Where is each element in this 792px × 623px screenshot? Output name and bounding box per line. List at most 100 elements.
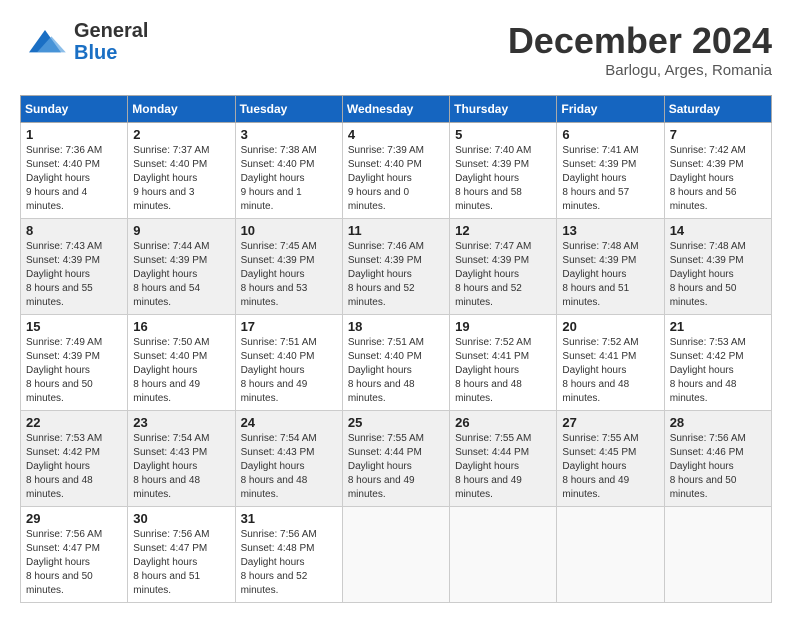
daylight-label: Daylight hours xyxy=(670,365,734,376)
calendar-week-row: 15 Sunrise: 7:49 AM Sunset: 4:39 PM Dayl… xyxy=(21,315,772,411)
calendar-cell: 1 Sunrise: 7:36 AM Sunset: 4:40 PM Dayli… xyxy=(21,123,128,219)
sunset-label: Sunset: 4:40 PM xyxy=(133,159,207,170)
calendar-cell: 12 Sunrise: 7:47 AM Sunset: 4:39 PM Dayl… xyxy=(450,219,557,315)
sunrise-label: Sunrise: 7:48 AM xyxy=(562,241,638,252)
column-header-tuesday: Tuesday xyxy=(235,96,342,123)
sunrise-label: Sunrise: 7:53 AM xyxy=(670,337,746,348)
sunrise-label: Sunrise: 7:41 AM xyxy=(562,145,638,156)
daylight-value: 8 hours and 49 minutes. xyxy=(133,379,200,404)
daylight-value: 8 hours and 57 minutes. xyxy=(562,187,629,212)
sunrise-label: Sunrise: 7:39 AM xyxy=(348,145,424,156)
daylight-value: 8 hours and 48 minutes. xyxy=(348,379,415,404)
daylight-label: Daylight hours xyxy=(455,461,519,472)
daylight-label: Daylight hours xyxy=(133,365,197,376)
day-number: 23 xyxy=(133,415,229,430)
sunrise-label: Sunrise: 7:54 AM xyxy=(133,433,209,444)
day-number: 15 xyxy=(26,319,122,334)
day-info: Sunrise: 7:55 AM Sunset: 4:44 PM Dayligh… xyxy=(455,432,551,502)
daylight-label: Daylight hours xyxy=(348,461,412,472)
day-info: Sunrise: 7:46 AM Sunset: 4:39 PM Dayligh… xyxy=(348,240,444,310)
sunrise-label: Sunrise: 7:52 AM xyxy=(455,337,531,348)
daylight-label: Daylight hours xyxy=(133,269,197,280)
daylight-label: Daylight hours xyxy=(26,365,90,376)
calendar-cell: 24 Sunrise: 7:54 AM Sunset: 4:43 PM Dayl… xyxy=(235,411,342,507)
sunset-label: Sunset: 4:45 PM xyxy=(562,447,636,458)
sunrise-label: Sunrise: 7:55 AM xyxy=(562,433,638,444)
calendar-cell: 23 Sunrise: 7:54 AM Sunset: 4:43 PM Dayl… xyxy=(128,411,235,507)
sunset-label: Sunset: 4:39 PM xyxy=(455,255,529,266)
day-info: Sunrise: 7:55 AM Sunset: 4:44 PM Dayligh… xyxy=(348,432,444,502)
sunrise-label: Sunrise: 7:56 AM xyxy=(26,529,102,540)
day-number: 6 xyxy=(562,127,658,142)
day-number: 29 xyxy=(26,511,122,526)
daylight-label: Daylight hours xyxy=(241,557,305,568)
day-info: Sunrise: 7:44 AM Sunset: 4:39 PM Dayligh… xyxy=(133,240,229,310)
daylight-value: 9 hours and 3 minutes. xyxy=(133,187,194,212)
sunset-label: Sunset: 4:40 PM xyxy=(133,351,207,362)
calendar-cell: 20 Sunrise: 7:52 AM Sunset: 4:41 PM Dayl… xyxy=(557,315,664,411)
day-info: Sunrise: 7:38 AM Sunset: 4:40 PM Dayligh… xyxy=(241,144,337,214)
day-info: Sunrise: 7:39 AM Sunset: 4:40 PM Dayligh… xyxy=(348,144,444,214)
sunrise-label: Sunrise: 7:42 AM xyxy=(670,145,746,156)
day-number: 16 xyxy=(133,319,229,334)
calendar-cell xyxy=(557,507,664,603)
sunset-label: Sunset: 4:44 PM xyxy=(455,447,529,458)
calendar-cell: 3 Sunrise: 7:38 AM Sunset: 4:40 PM Dayli… xyxy=(235,123,342,219)
day-number: 24 xyxy=(241,415,337,430)
sunset-label: Sunset: 4:43 PM xyxy=(241,447,315,458)
sunrise-label: Sunrise: 7:45 AM xyxy=(241,241,317,252)
daylight-value: 8 hours and 48 minutes. xyxy=(241,475,308,500)
sunrise-label: Sunrise: 7:55 AM xyxy=(455,433,531,444)
day-number: 13 xyxy=(562,223,658,238)
calendar-week-row: 1 Sunrise: 7:36 AM Sunset: 4:40 PM Dayli… xyxy=(21,123,772,219)
sunrise-label: Sunrise: 7:56 AM xyxy=(670,433,746,444)
sunset-label: Sunset: 4:40 PM xyxy=(241,351,315,362)
calendar-cell: 6 Sunrise: 7:41 AM Sunset: 4:39 PM Dayli… xyxy=(557,123,664,219)
day-info: Sunrise: 7:45 AM Sunset: 4:39 PM Dayligh… xyxy=(241,240,337,310)
daylight-value: 8 hours and 52 minutes. xyxy=(241,571,308,596)
daylight-value: 8 hours and 55 minutes. xyxy=(26,283,93,308)
daylight-label: Daylight hours xyxy=(26,461,90,472)
day-number: 17 xyxy=(241,319,337,334)
sunset-label: Sunset: 4:40 PM xyxy=(348,159,422,170)
sunset-label: Sunset: 4:41 PM xyxy=(562,351,636,362)
daylight-label: Daylight hours xyxy=(562,269,626,280)
day-info: Sunrise: 7:53 AM Sunset: 4:42 PM Dayligh… xyxy=(670,336,766,406)
daylight-label: Daylight hours xyxy=(348,173,412,184)
day-info: Sunrise: 7:56 AM Sunset: 4:46 PM Dayligh… xyxy=(670,432,766,502)
day-number: 9 xyxy=(133,223,229,238)
calendar-cell: 31 Sunrise: 7:56 AM Sunset: 4:48 PM Dayl… xyxy=(235,507,342,603)
daylight-value: 8 hours and 48 minutes. xyxy=(670,379,737,404)
sunset-label: Sunset: 4:39 PM xyxy=(562,255,636,266)
day-info: Sunrise: 7:49 AM Sunset: 4:39 PM Dayligh… xyxy=(26,336,122,406)
title-block: December 2024 Barlogu, Arges, Romania xyxy=(508,20,772,79)
day-info: Sunrise: 7:37 AM Sunset: 4:40 PM Dayligh… xyxy=(133,144,229,214)
logo-text: General Blue xyxy=(74,20,148,64)
day-info: Sunrise: 7:51 AM Sunset: 4:40 PM Dayligh… xyxy=(241,336,337,406)
column-header-monday: Monday xyxy=(128,96,235,123)
calendar-cell: 5 Sunrise: 7:40 AM Sunset: 4:39 PM Dayli… xyxy=(450,123,557,219)
daylight-value: 8 hours and 56 minutes. xyxy=(670,187,737,212)
day-number: 18 xyxy=(348,319,444,334)
sunrise-label: Sunrise: 7:54 AM xyxy=(241,433,317,444)
sunrise-label: Sunrise: 7:38 AM xyxy=(241,145,317,156)
sunrise-label: Sunrise: 7:50 AM xyxy=(133,337,209,348)
calendar-cell xyxy=(342,507,449,603)
sunset-label: Sunset: 4:40 PM xyxy=(241,159,315,170)
daylight-value: 9 hours and 0 minutes. xyxy=(348,187,409,212)
daylight-label: Daylight hours xyxy=(670,269,734,280)
column-header-sunday: Sunday xyxy=(21,96,128,123)
sunset-label: Sunset: 4:39 PM xyxy=(348,255,422,266)
day-number: 12 xyxy=(455,223,551,238)
day-number: 5 xyxy=(455,127,551,142)
day-number: 26 xyxy=(455,415,551,430)
calendar-cell: 14 Sunrise: 7:48 AM Sunset: 4:39 PM Dayl… xyxy=(664,219,771,315)
daylight-label: Daylight hours xyxy=(133,461,197,472)
daylight-value: 9 hours and 1 minute. xyxy=(241,187,302,212)
calendar-cell: 29 Sunrise: 7:56 AM Sunset: 4:47 PM Dayl… xyxy=(21,507,128,603)
daylight-label: Daylight hours xyxy=(241,173,305,184)
calendar-header-row: SundayMondayTuesdayWednesdayThursdayFrid… xyxy=(21,96,772,123)
sunrise-label: Sunrise: 7:47 AM xyxy=(455,241,531,252)
sunrise-label: Sunrise: 7:36 AM xyxy=(26,145,102,156)
daylight-value: 8 hours and 53 minutes. xyxy=(241,283,308,308)
